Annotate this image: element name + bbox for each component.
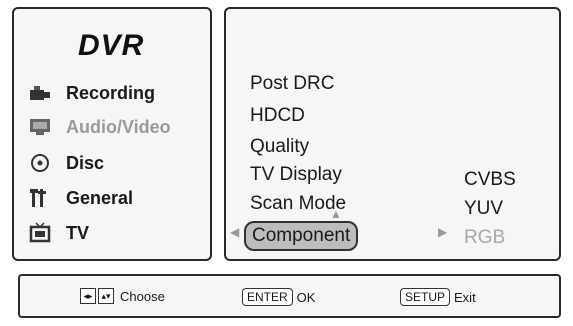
disc-icon [28,151,54,175]
left-arrow-icon: ◀ [230,225,240,239]
menu-option-component[interactable]: Component [244,221,359,251]
up-down-arrows-icon: ▴▾ [98,288,114,304]
sidebar-item-label: General [66,187,134,208]
main-menu-panel: DVR Recording Audio/Video Disc General T… [12,7,212,261]
sidebar-item-tv[interactable]: TV [28,219,89,247]
monitor-icon [28,115,54,139]
tv-icon [28,221,54,245]
enter-key: ENTER [242,288,293,306]
sidebar-item-recording[interactable]: Recording [28,79,155,107]
sidebar-item-label: Recording [66,82,156,103]
ok-label: OK [296,289,316,305]
enter-hint: ENTER OK [242,288,315,306]
submenu-option-rgb[interactable]: RGB [464,227,505,249]
menu-option-tv-display[interactable]: TV Display [250,164,342,186]
sidebar-item-general[interactable]: General [28,184,133,212]
right-arrow-icon: ▶ [438,225,448,239]
submenu-option-yuv[interactable]: YUV [464,198,503,220]
sidebar-item-audio-video[interactable]: Audio/Video [28,113,171,141]
settings-panel: Post DRC HDCD Quality TV Display Scan Mo… [224,7,561,261]
tools-icon [28,186,54,210]
exit-label: Exit [454,289,476,305]
submenu-option-cvbs[interactable]: CVBS [464,169,516,191]
sidebar-item-disc[interactable]: Disc [28,149,104,177]
up-arrow-icon: ▲ [330,207,342,221]
setup-hint: SETUP Exit [400,288,476,306]
setup-key: SETUP [400,288,451,306]
dvr-title: DVR [78,29,145,62]
menu-option-hdcd[interactable]: HDCD [250,105,305,127]
choose-label: Choose [120,288,165,304]
sidebar-item-label: TV [66,222,90,243]
left-right-arrows-icon: ◂▸ [80,288,96,304]
key-hint-bar: ◂▸ ▴▾ Choose ENTER OK SETUP Exit [18,274,561,318]
choose-hint: ◂▸ ▴▾ Choose [80,288,165,304]
sidebar-item-label: Audio/Video [66,116,171,137]
camera-icon [28,81,54,105]
sidebar-item-label: Disc [66,152,105,173]
menu-option-post-drc[interactable]: Post DRC [250,73,334,95]
menu-option-quality[interactable]: Quality [250,136,309,158]
